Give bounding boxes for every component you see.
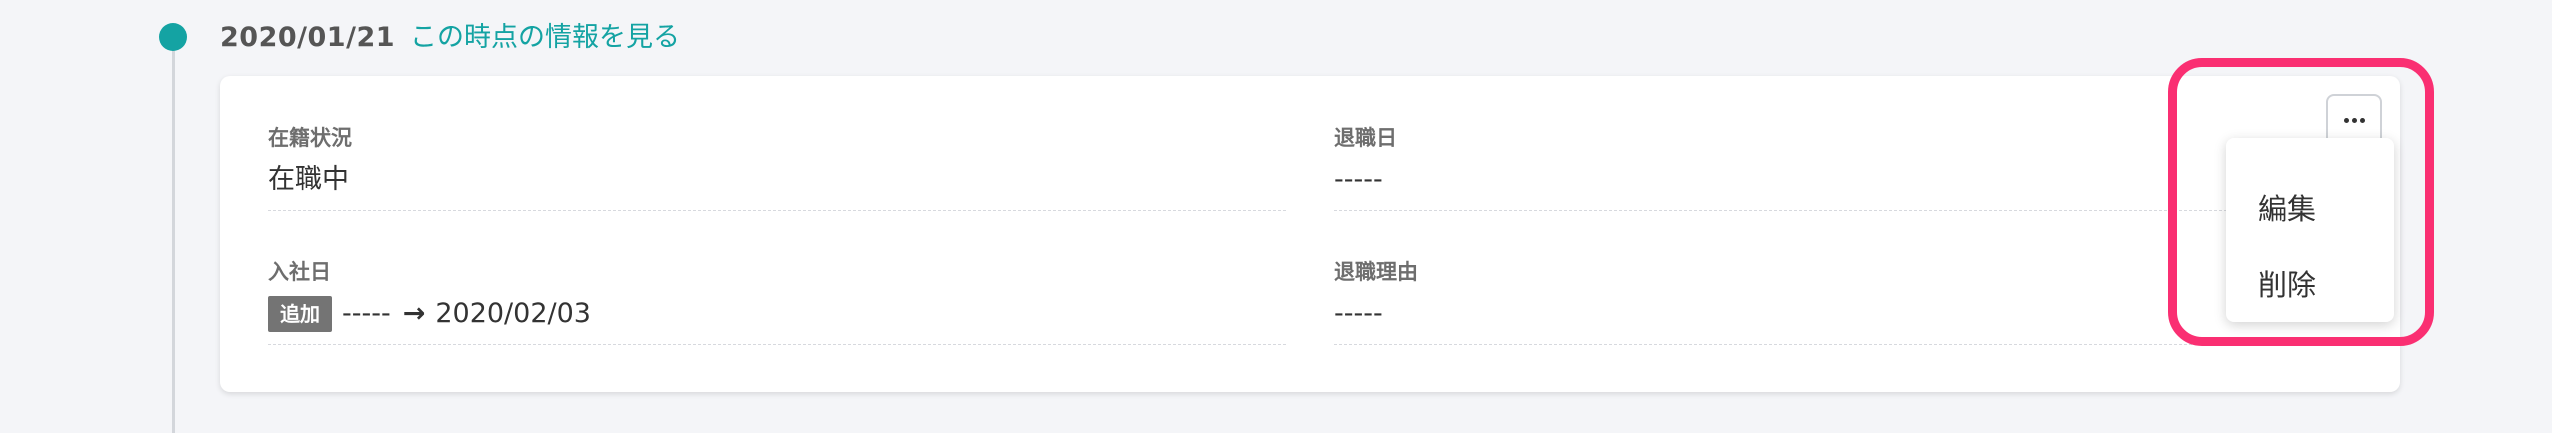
timeline-line xyxy=(172,38,175,433)
field-label: 退職理由 xyxy=(1334,260,1418,284)
field-hire-date: 入社日 追加 ----- → 2020/02/03 xyxy=(268,258,1286,345)
actions-dropdown-menu: 編集 削除 xyxy=(2226,138,2394,322)
new-value: 2020/02/03 xyxy=(435,298,591,329)
timeline-dot xyxy=(159,23,187,51)
field-value-change: 追加 ----- → 2020/02/03 xyxy=(268,296,591,332)
menu-item-edit[interactable]: 編集 xyxy=(2258,190,2316,228)
arrow-right-icon: → xyxy=(402,298,426,329)
field-value: 在職中 xyxy=(268,164,349,195)
history-card: 在籍状況 在職中 退職日 ----- 入社日 追加 ----- → 2020/0… xyxy=(220,76,2400,392)
menu-item-delete[interactable]: 削除 xyxy=(2258,266,2316,304)
more-horizontal-icon xyxy=(2343,117,2365,123)
added-badge: 追加 xyxy=(268,296,332,332)
view-snapshot-link[interactable]: この時点の情報を見る xyxy=(410,20,680,56)
field-label: 在籍状況 xyxy=(268,126,352,150)
field-label: 退職日 xyxy=(1334,126,1397,150)
field-label: 入社日 xyxy=(268,260,331,284)
field-value: ----- xyxy=(1334,164,1383,195)
field-value: ----- xyxy=(1334,298,1383,329)
field-retirement-reason: 退職理由 ----- xyxy=(1334,258,2352,345)
old-value: ----- xyxy=(342,298,391,329)
field-retirement-date: 退職日 ----- xyxy=(1334,124,2352,211)
field-employment-status: 在籍状況 在職中 xyxy=(268,124,1286,211)
entry-date: 2020/01/21 xyxy=(220,22,396,53)
timeline-view: 2020/01/21 この時点の情報を見る 在籍状況 在職中 退職日 -----… xyxy=(0,0,2552,433)
